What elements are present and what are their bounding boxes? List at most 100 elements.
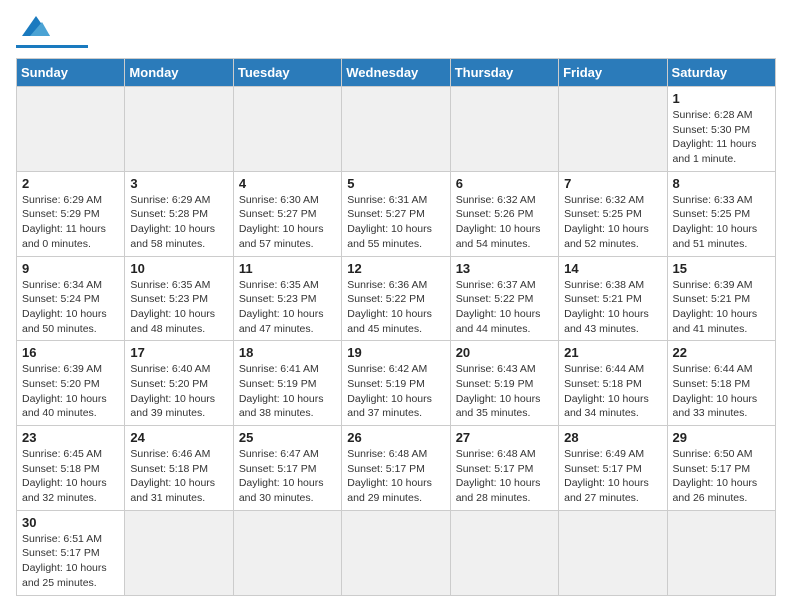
day-number: 22 (673, 345, 770, 360)
day-info: Sunrise: 6:49 AM Sunset: 5:17 PM Dayligh… (564, 447, 661, 506)
day-info: Sunrise: 6:30 AM Sunset: 5:27 PM Dayligh… (239, 193, 336, 252)
day-number: 17 (130, 345, 227, 360)
weekday-header-sunday: Sunday (17, 59, 125, 87)
calendar-cell: 4 Sunrise: 6:30 AM Sunset: 5:27 PM Daylig… (233, 171, 341, 256)
logo (16, 16, 88, 48)
calendar-cell (667, 510, 775, 595)
day-info: Sunrise: 6:40 AM Sunset: 5:20 PM Dayligh… (130, 362, 227, 421)
calendar-cell: 14Sunrise: 6:38 AM Sunset: 5:21 PM Dayli… (559, 256, 667, 341)
calendar-cell: 13Sunrise: 6:37 AM Sunset: 5:22 PM Dayli… (450, 256, 558, 341)
calendar-cell (559, 510, 667, 595)
calendar-cell: 27Sunrise: 6:48 AM Sunset: 5:17 PM Dayli… (450, 426, 558, 511)
week-row-2: 9Sunrise: 6:34 AM Sunset: 5:24 PM Daylig… (17, 256, 776, 341)
day-info: Sunrise: 6:41 AM Sunset: 5:19 PM Dayligh… (239, 362, 336, 421)
calendar-cell: 30 Sunrise: 6:51 AM Sunset: 5:17 PM Dayli… (17, 510, 125, 595)
weekday-header-tuesday: Tuesday (233, 59, 341, 87)
day-info: Sunrise: 6:33 AM Sunset: 5:25 PM Dayligh… (673, 193, 770, 252)
calendar-cell (559, 87, 667, 172)
day-number: 1 (673, 91, 770, 106)
day-number: 21 (564, 345, 661, 360)
day-info: Sunrise: 6:36 AM Sunset: 5:22 PM Dayligh… (347, 278, 444, 337)
day-info: Sunrise: 6:34 AM Sunset: 5:24 PM Dayligh… (22, 278, 119, 337)
calendar-cell: 5Sunrise: 6:31 AM Sunset: 5:27 PM Daylig… (342, 171, 450, 256)
page-header (16, 16, 776, 48)
calendar-cell: 2Sunrise: 6:29 AM Sunset: 5:29 PM Daylig… (17, 171, 125, 256)
day-info: Sunrise: 6:39 AM Sunset: 5:21 PM Dayligh… (673, 278, 770, 337)
week-row-4: 23 Sunrise: 6:45 AM Sunset: 5:18 PM Dayli… (17, 426, 776, 511)
day-number: 6 (456, 176, 553, 191)
calendar-cell: 10Sunrise: 6:35 AM Sunset: 5:23 PM Dayli… (125, 256, 233, 341)
day-number: 30 (22, 515, 119, 530)
day-number: 23 (22, 430, 119, 445)
day-info: Sunrise: 6:51 AM Sunset: 5:17 PM Dayligh… (22, 532, 119, 591)
day-info: Sunrise: 6:29 AM Sunset: 5:28 PM Dayligh… (130, 193, 227, 252)
day-number: 18 (239, 345, 336, 360)
weekday-header-thursday: Thursday (450, 59, 558, 87)
calendar-cell: 26Sunrise: 6:48 AM Sunset: 5:17 PM Dayli… (342, 426, 450, 511)
week-row-5: 30 Sunrise: 6:51 AM Sunset: 5:17 PM Dayli… (17, 510, 776, 595)
calendar-cell: 17 Sunrise: 6:40 AM Sunset: 5:20 PM Dayli… (125, 341, 233, 426)
day-number: 11 (239, 261, 336, 276)
calendar-cell: 16Sunrise: 6:39 AM Sunset: 5:20 PM Dayli… (17, 341, 125, 426)
calendar-cell: 12 Sunrise: 6:36 AM Sunset: 5:22 PM Dayli… (342, 256, 450, 341)
day-number: 14 (564, 261, 661, 276)
calendar-cell (233, 87, 341, 172)
calendar-cell (450, 510, 558, 595)
day-info: Sunrise: 6:45 AM Sunset: 5:18 PM Dayligh… (22, 447, 119, 506)
day-info: Sunrise: 6:50 AM Sunset: 5:17 PM Dayligh… (673, 447, 770, 506)
week-row-0: 1Sunrise: 6:28 AM Sunset: 5:30 PM Daylig… (17, 87, 776, 172)
day-number: 19 (347, 345, 444, 360)
day-number: 25 (239, 430, 336, 445)
calendar-cell: 6 Sunrise: 6:32 AM Sunset: 5:26 PM Daylig… (450, 171, 558, 256)
calendar-cell: 21 Sunrise: 6:44 AM Sunset: 5:18 PM Dayli… (559, 341, 667, 426)
calendar-cell: 24Sunrise: 6:46 AM Sunset: 5:18 PM Dayli… (125, 426, 233, 511)
day-info: Sunrise: 6:35 AM Sunset: 5:23 PM Dayligh… (130, 278, 227, 337)
day-number: 3 (130, 176, 227, 191)
day-number: 26 (347, 430, 444, 445)
week-row-3: 16Sunrise: 6:39 AM Sunset: 5:20 PM Dayli… (17, 341, 776, 426)
day-info: Sunrise: 6:32 AM Sunset: 5:26 PM Dayligh… (456, 193, 553, 252)
logo-underline (16, 45, 88, 48)
day-number: 16 (22, 345, 119, 360)
day-info: Sunrise: 6:31 AM Sunset: 5:27 PM Dayligh… (347, 193, 444, 252)
day-number: 29 (673, 430, 770, 445)
day-info: Sunrise: 6:42 AM Sunset: 5:19 PM Dayligh… (347, 362, 444, 421)
calendar-cell (125, 87, 233, 172)
day-number: 2 (22, 176, 119, 191)
calendar-cell: 23 Sunrise: 6:45 AM Sunset: 5:18 PM Dayli… (17, 426, 125, 511)
calendar-cell: 3 Sunrise: 6:29 AM Sunset: 5:28 PM Daylig… (125, 171, 233, 256)
calendar-cell: 22 Sunrise: 6:44 AM Sunset: 5:18 PM Dayli… (667, 341, 775, 426)
day-number: 8 (673, 176, 770, 191)
calendar-cell: 8 Sunrise: 6:33 AM Sunset: 5:25 PM Daylig… (667, 171, 775, 256)
calendar-cell: 11 Sunrise: 6:35 AM Sunset: 5:23 PM Dayli… (233, 256, 341, 341)
calendar-cell: 20Sunrise: 6:43 AM Sunset: 5:19 PM Dayli… (450, 341, 558, 426)
week-row-1: 2Sunrise: 6:29 AM Sunset: 5:29 PM Daylig… (17, 171, 776, 256)
calendar-cell: 18 Sunrise: 6:41 AM Sunset: 5:19 PM Dayli… (233, 341, 341, 426)
day-info: Sunrise: 6:35 AM Sunset: 5:23 PM Dayligh… (239, 278, 336, 337)
day-info: Sunrise: 6:44 AM Sunset: 5:18 PM Dayligh… (564, 362, 661, 421)
day-info: Sunrise: 6:43 AM Sunset: 5:19 PM Dayligh… (456, 362, 553, 421)
calendar-cell: 29 Sunrise: 6:50 AM Sunset: 5:17 PM Dayli… (667, 426, 775, 511)
day-number: 13 (456, 261, 553, 276)
calendar-cell: 1Sunrise: 6:28 AM Sunset: 5:30 PM Daylig… (667, 87, 775, 172)
logo-icon (22, 14, 50, 36)
calendar-cell (450, 87, 558, 172)
day-number: 4 (239, 176, 336, 191)
calendar-body: 1Sunrise: 6:28 AM Sunset: 5:30 PM Daylig… (17, 87, 776, 596)
day-number: 7 (564, 176, 661, 191)
day-info: Sunrise: 6:47 AM Sunset: 5:17 PM Dayligh… (239, 447, 336, 506)
calendar-cell: 25 Sunrise: 6:47 AM Sunset: 5:17 PM Dayli… (233, 426, 341, 511)
calendar-cell (342, 510, 450, 595)
weekday-header-monday: Monday (125, 59, 233, 87)
day-info: Sunrise: 6:44 AM Sunset: 5:18 PM Dayligh… (673, 362, 770, 421)
day-number: 12 (347, 261, 444, 276)
calendar-cell (125, 510, 233, 595)
calendar-table: SundayMondayTuesdayWednesdayThursdayFrid… (16, 58, 776, 596)
calendar-cell (233, 510, 341, 595)
weekday-header-friday: Friday (559, 59, 667, 87)
day-number: 24 (130, 430, 227, 445)
weekday-header-wednesday: Wednesday (342, 59, 450, 87)
day-number: 27 (456, 430, 553, 445)
calendar-cell (342, 87, 450, 172)
calendar-cell: 15Sunrise: 6:39 AM Sunset: 5:21 PM Dayli… (667, 256, 775, 341)
